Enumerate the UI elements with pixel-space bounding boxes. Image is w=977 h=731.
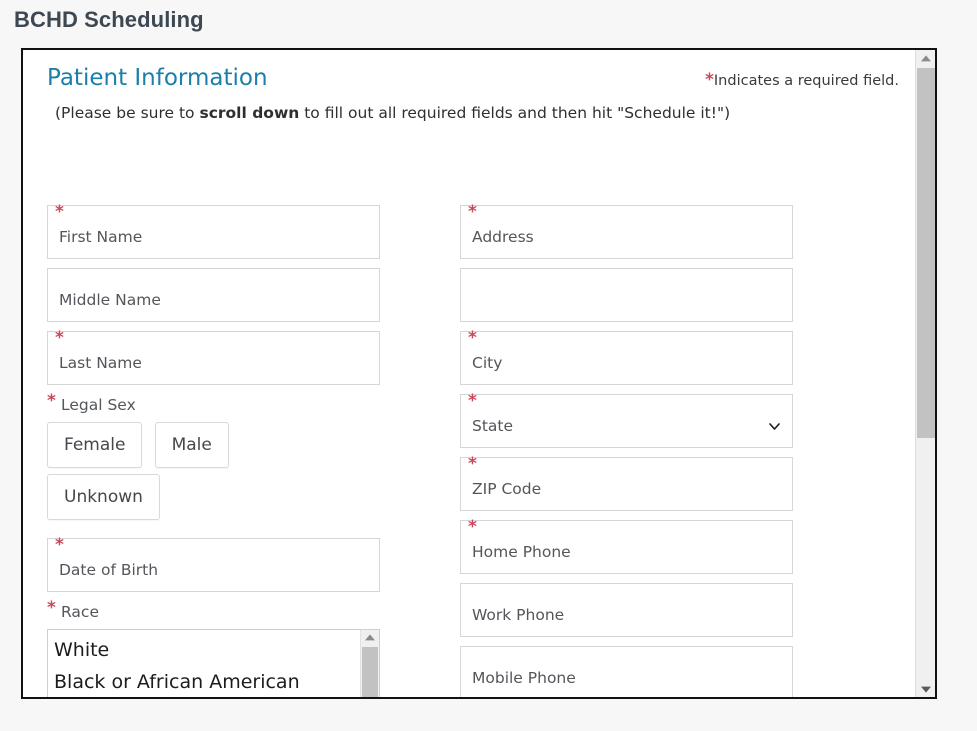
- required-asterisk-icon: *: [468, 456, 477, 473]
- state-placeholder: State: [472, 417, 513, 435]
- chevron-down-icon: [769, 417, 780, 428]
- triangle-up-icon: [365, 634, 375, 640]
- address-field[interactable]: * Address: [460, 205, 793, 259]
- page-scrollbar-thumb[interactable]: [917, 68, 935, 438]
- required-asterisk-icon: *: [47, 600, 56, 617]
- legal-sex-label-text: Legal Sex: [61, 396, 136, 414]
- race-option-asian[interactable]: Asian: [54, 698, 379, 699]
- mobile-phone-field[interactable]: Mobile Phone: [460, 646, 793, 699]
- middle-name-field[interactable]: Middle Name: [47, 268, 380, 322]
- section-heading: Patient Information: [47, 64, 268, 92]
- first-name-field[interactable]: * First Name: [47, 205, 380, 259]
- required-asterisk-icon: *: [47, 393, 56, 410]
- legal-sex-label: * Legal Sex: [47, 394, 380, 418]
- race-scrollbar-thumb[interactable]: [362, 647, 378, 698]
- form-viewport: Patient Information *Indicates a require…: [21, 48, 937, 699]
- page-scrollbar[interactable]: [915, 50, 935, 697]
- work-phone-field[interactable]: Work Phone: [460, 583, 793, 637]
- required-note-text: Indicates a required field.: [714, 73, 899, 89]
- triangle-up-icon: [921, 55, 931, 61]
- required-asterisk-icon: *: [705, 70, 714, 90]
- required-asterisk-icon: *: [55, 330, 64, 347]
- race-label: * Race: [47, 601, 380, 625]
- race-label-text: Race: [61, 603, 99, 621]
- patient-information-card: Patient Information *Indicates a require…: [23, 50, 919, 697]
- date-of-birth-placeholder: Date of Birth: [59, 561, 158, 579]
- race-option-black-or-african-american[interactable]: Black or African American: [54, 666, 379, 698]
- race-option-white[interactable]: White: [54, 634, 379, 666]
- required-asterisk-icon: *: [468, 204, 477, 221]
- instructions-text: (Please be sure to scroll down to fill o…: [55, 104, 899, 122]
- first-name-placeholder: First Name: [59, 228, 142, 246]
- required-field-note: *Indicates a required field.: [705, 72, 899, 89]
- legal-sex-option-male[interactable]: Male: [155, 422, 229, 468]
- date-of-birth-field[interactable]: * Date of Birth: [47, 538, 380, 592]
- legal-sex-options-row-2: Unknown: [47, 474, 380, 520]
- last-name-placeholder: Last Name: [59, 354, 142, 372]
- instructions-before: (Please be sure to: [55, 104, 199, 122]
- required-asterisk-icon: *: [468, 330, 477, 347]
- required-asterisk-icon: *: [55, 537, 64, 554]
- work-phone-placeholder: Work Phone: [472, 606, 564, 624]
- mobile-phone-placeholder: Mobile Phone: [472, 669, 576, 687]
- middle-name-placeholder: Middle Name: [59, 291, 161, 309]
- race-listbox[interactable]: White Black or African American Asian: [47, 629, 380, 699]
- last-name-field[interactable]: * Last Name: [47, 331, 380, 385]
- legal-sex-option-female[interactable]: Female: [47, 422, 142, 468]
- page-scroll-up-button[interactable]: [916, 50, 935, 67]
- legal-sex-options-row-1: Female Male: [47, 422, 380, 468]
- race-listbox-scrollbar[interactable]: [360, 630, 379, 699]
- page-title: BCHD Scheduling: [0, 0, 977, 35]
- home-phone-placeholder: Home Phone: [472, 543, 571, 561]
- required-asterisk-icon: *: [468, 519, 477, 536]
- left-column: * First Name Middle Name * Last Name * L…: [47, 205, 380, 699]
- address-placeholder: Address: [472, 228, 534, 246]
- instructions-emphasis: scroll down: [199, 104, 299, 122]
- required-asterisk-icon: *: [55, 204, 64, 221]
- race-scroll-up-button[interactable]: [361, 630, 379, 646]
- zip-code-field[interactable]: * ZIP Code: [460, 457, 793, 511]
- instructions-after: to fill out all required fields and then…: [299, 104, 730, 122]
- zip-code-placeholder: ZIP Code: [472, 480, 541, 498]
- triangle-down-icon: [921, 686, 931, 692]
- city-field[interactable]: * City: [460, 331, 793, 385]
- required-asterisk-icon: *: [468, 393, 477, 410]
- right-column: * Address * City * State: [460, 205, 793, 699]
- page-scroll-down-button[interactable]: [916, 680, 935, 697]
- home-phone-field[interactable]: * Home Phone: [460, 520, 793, 574]
- race-option-list: White Black or African American Asian: [48, 630, 379, 699]
- state-select[interactable]: * State: [460, 394, 793, 448]
- legal-sex-option-unknown[interactable]: Unknown: [47, 474, 160, 520]
- city-placeholder: City: [472, 354, 502, 372]
- address-line-2-field[interactable]: [460, 268, 793, 322]
